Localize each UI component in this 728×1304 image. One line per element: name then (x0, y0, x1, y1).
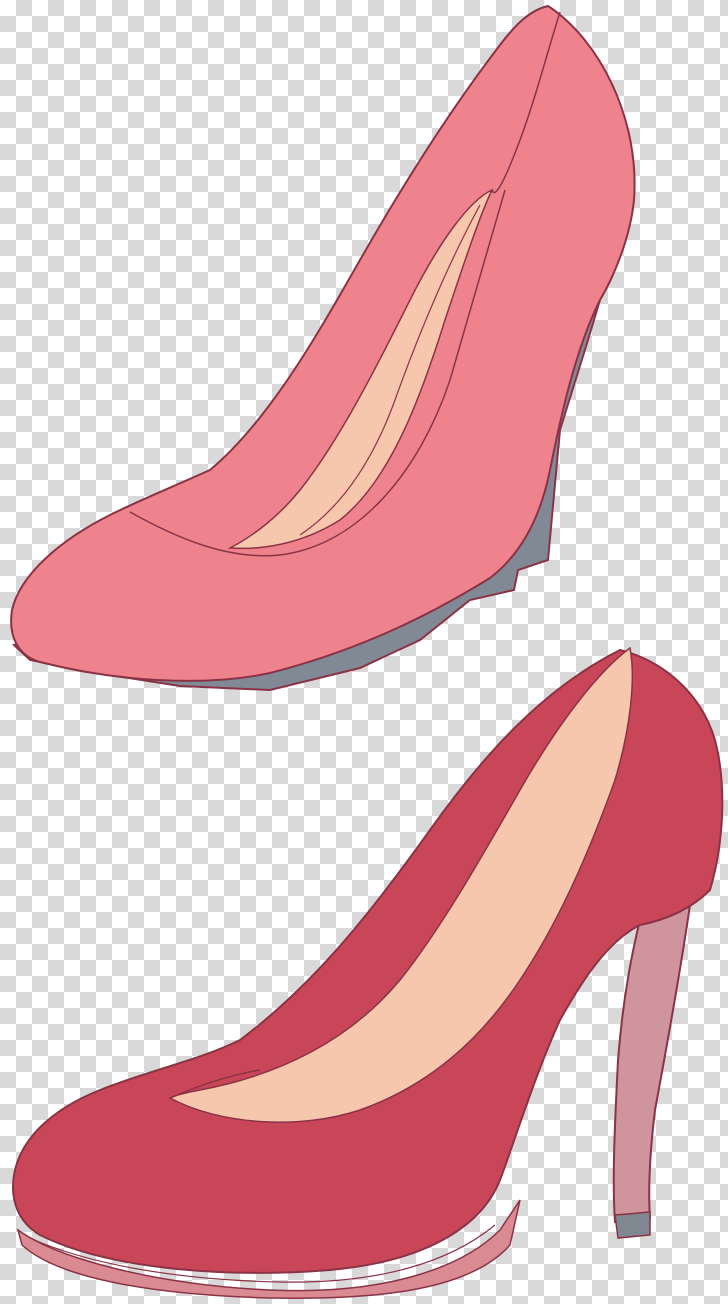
stiletto-heel (612, 903, 692, 1224)
image-canvas (0, 0, 728, 1304)
stiletto-heel-tip (614, 1211, 651, 1239)
wedge-pump (10, 4, 636, 692)
wedge-upper (10, 4, 636, 682)
stiletto-pump (12, 646, 724, 1299)
shoes-illustration (10, 4, 724, 1299)
